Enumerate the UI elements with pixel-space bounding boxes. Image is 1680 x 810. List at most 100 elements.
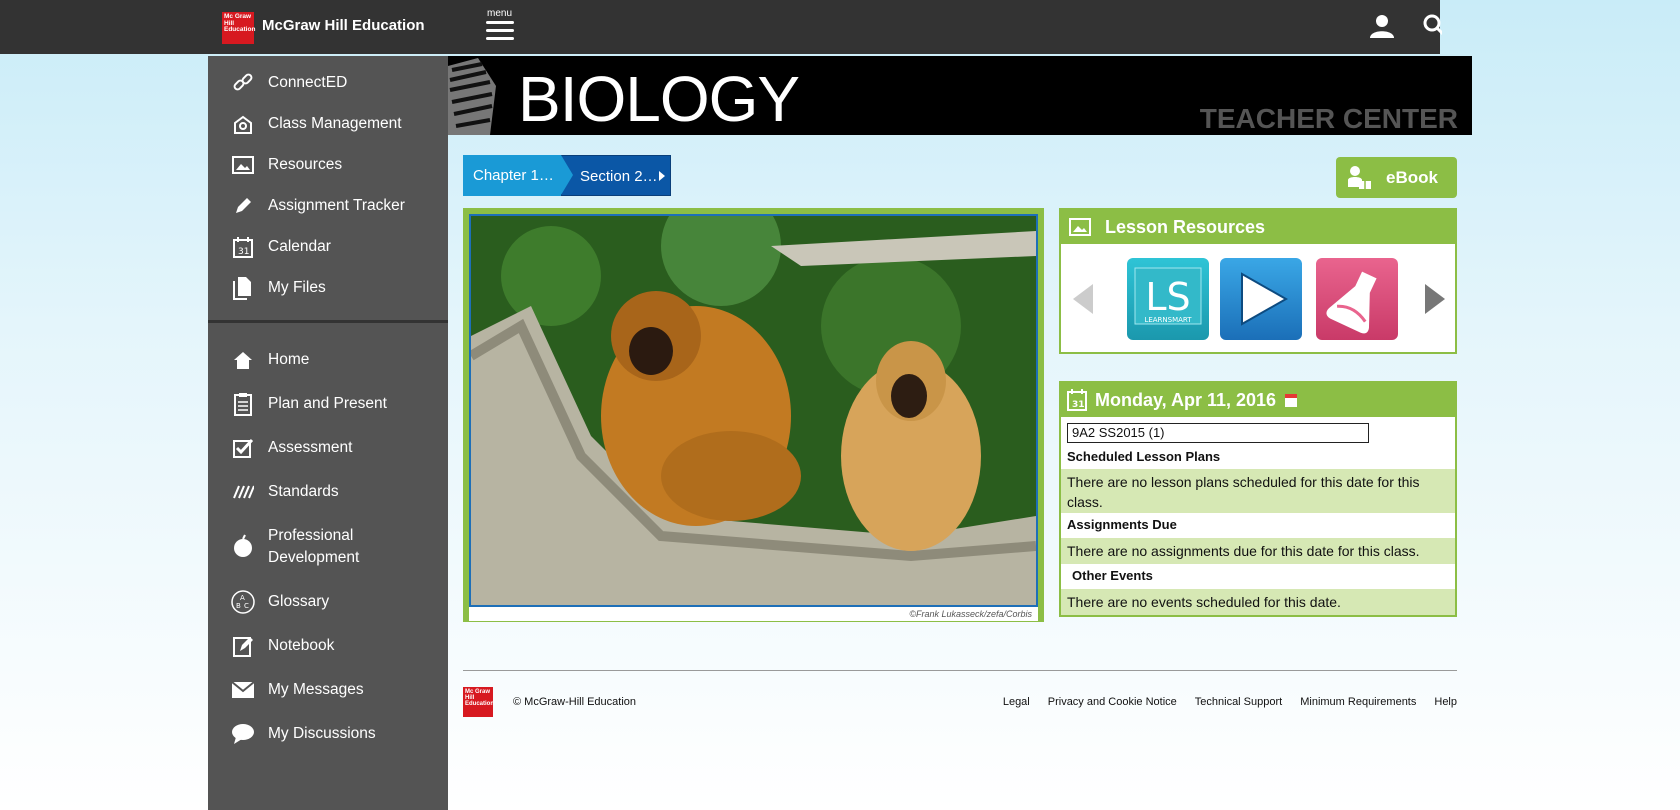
footer-divider (463, 670, 1457, 671)
sidebar-item-label: My Discussions (268, 725, 376, 742)
class-select[interactable]: 9A2 SS2015 (1) (1067, 423, 1369, 443)
sidebar-item-label: My Files (268, 279, 326, 296)
pencil-icon (230, 195, 256, 217)
menu-label: menu (487, 8, 513, 19)
footer-copyright: © McGraw-Hill Education (513, 696, 637, 708)
sidebar-item-label: Standards (268, 483, 339, 500)
svg-text:31: 31 (1072, 400, 1085, 410)
flask-icon (1326, 271, 1377, 334)
apple-icon (230, 534, 256, 557)
sidebar-item-class-management[interactable]: Class Management (208, 113, 448, 135)
sidebar-item-assignment-tracker[interactable]: Assignment Tracker (208, 195, 448, 217)
user-icon[interactable] (1368, 12, 1396, 40)
scheduled-lesson-plans-message: There are no lesson plans scheduled for … (1061, 469, 1455, 513)
sidebar-item-calendar[interactable]: 31 Calendar (208, 236, 448, 258)
home-icon (230, 349, 256, 371)
calendar-date: Monday, Apr 11, 2016 (1095, 389, 1277, 410)
footer-link-help[interactable]: Help (1434, 696, 1457, 708)
sidebar-item-my-files[interactable]: My Files (208, 277, 448, 300)
svg-text:A: A (240, 594, 245, 602)
sidebar-item-label: Assessment (268, 439, 353, 456)
footer-links: Legal Privacy and Cookie Notice Technica… (1003, 696, 1457, 708)
other-events-label: Other Events (1072, 568, 1153, 583)
breadcrumb-section[interactable]: Section 2… (561, 155, 671, 196)
photo-caption-strip: ©Frank Lukasseck/zefa/Corbis (469, 607, 1038, 621)
next-arrow-icon[interactable] (1425, 284, 1445, 314)
monkeys-photo (469, 214, 1038, 607)
sidebar-item-label: Home (268, 351, 310, 368)
sidebar-item-label: ConnectED (268, 74, 348, 91)
course-banner: BIOLOGY TEACHER CENTER (448, 56, 1472, 135)
sidebar-item-glossary[interactable]: ABC Glossary (208, 590, 448, 614)
other-events-message: There are no events scheduled for this d… (1061, 589, 1455, 615)
hamburger-icon (486, 21, 514, 24)
footer-logo[interactable]: Mc Graw Hill Education (463, 687, 495, 717)
sidebar-item-label: Class Management (268, 115, 402, 132)
footer-logo-text: Mc Graw Hill Education (465, 689, 495, 707)
learnsmart-big-text: LS (1145, 275, 1190, 319)
scheduled-lesson-plans-label: Scheduled Lesson Plans (1067, 449, 1221, 464)
reader-icon (1346, 165, 1372, 191)
sidebar-item-connected[interactable]: ConnectED (208, 72, 448, 94)
hamburger-bar (486, 29, 514, 32)
video-tile[interactable] (1220, 258, 1302, 340)
sidebar: ConnectED Class Management Resources Ass… (208, 56, 448, 810)
sidebar-item-label: Assignment Tracker (268, 197, 405, 214)
footer-link-minimum-requirements[interactable]: Minimum Requirements (1300, 696, 1416, 708)
assignments-due-message: There are no assignments due for this da… (1061, 538, 1455, 564)
checkbox-icon (230, 437, 256, 459)
lab-tile[interactable] (1316, 258, 1398, 340)
sidebar-item-standards[interactable]: Standards (208, 481, 448, 503)
photo-credit: ©Frank Lukasseck/zefa/Corbis (909, 609, 1032, 619)
svg-text:B: B (236, 602, 241, 610)
sidebar-item-professional-development[interactable]: Professional Development (208, 525, 448, 569)
standards-icon (230, 481, 256, 503)
sidebar-item-notebook[interactable]: Notebook (208, 635, 448, 657)
sidebar-item-label: Plan and Present (268, 395, 387, 412)
clipboard-icon (230, 393, 256, 416)
menu-button[interactable]: menu (484, 8, 518, 44)
top-bar: Mc Graw Hill Education McGraw Hill Educa… (0, 0, 1442, 54)
ebook-label: eBook (1386, 167, 1438, 187)
svg-text:C: C (244, 602, 249, 610)
sidebar-item-assessment[interactable]: Assessment (208, 437, 448, 459)
sidebar-item-plan-and-present[interactable]: Plan and Present (208, 393, 448, 416)
logo-text: Mc Graw Hill Education (224, 13, 256, 33)
sidebar-item-my-discussions[interactable]: My Discussions (208, 723, 448, 745)
calendar-header: 31 Monday, Apr 11, 2016 (1061, 383, 1455, 417)
prev-arrow-icon[interactable] (1073, 284, 1093, 314)
search-icon[interactable] (1422, 13, 1442, 39)
lesson-resources-panel: Lesson Resources LS LEARNSMART (1059, 208, 1457, 354)
breadcrumb-separator (561, 155, 573, 195)
play-icon (1241, 272, 1289, 326)
sidebar-item-label: Notebook (268, 637, 335, 654)
breadcrumb-chapter[interactable]: Chapter 1… (463, 155, 561, 196)
zebra-image (448, 56, 508, 135)
sidebar-item-label: Calendar (268, 238, 331, 255)
sidebar-item-my-messages[interactable]: My Messages (208, 679, 448, 701)
lesson-resources-title: Lesson Resources (1105, 216, 1266, 237)
learnsmart-tile[interactable]: LS LEARNSMART (1127, 258, 1209, 340)
footer-link-legal[interactable]: Legal (1003, 696, 1030, 708)
calendar-icon: 31 (230, 236, 256, 258)
image-icon (1069, 218, 1091, 236)
banner-subtitle: TEACHER CENTER (1199, 103, 1458, 134)
mcgraw-hill-logo[interactable]: Mc Graw Hill Education (222, 12, 256, 44)
sidebar-item-resources[interactable]: Resources (208, 154, 448, 176)
sidebar-item-label: Glossary (268, 593, 330, 610)
image-icon (230, 154, 256, 176)
assignments-due-label: Assignments Due (1067, 517, 1177, 532)
ebook-button[interactable]: eBook (1336, 157, 1457, 198)
notebook-icon (230, 635, 256, 657)
sidebar-item-home[interactable]: Home (208, 349, 448, 371)
sidebar-item-label: Resources (268, 156, 343, 173)
date-picker-icon[interactable] (1284, 392, 1298, 408)
footer-link-privacy[interactable]: Privacy and Cookie Notice (1048, 696, 1177, 708)
hamburger-bar (486, 37, 514, 40)
footer-link-technical-support[interactable]: Technical Support (1195, 696, 1282, 708)
lesson-resources-header: Lesson Resources (1061, 210, 1455, 244)
svg-text:31: 31 (238, 247, 249, 257)
course-title: BIOLOGY (518, 63, 800, 135)
abc-icon: ABC (230, 590, 256, 614)
brand-name[interactable]: McGraw Hill Education (262, 17, 425, 34)
